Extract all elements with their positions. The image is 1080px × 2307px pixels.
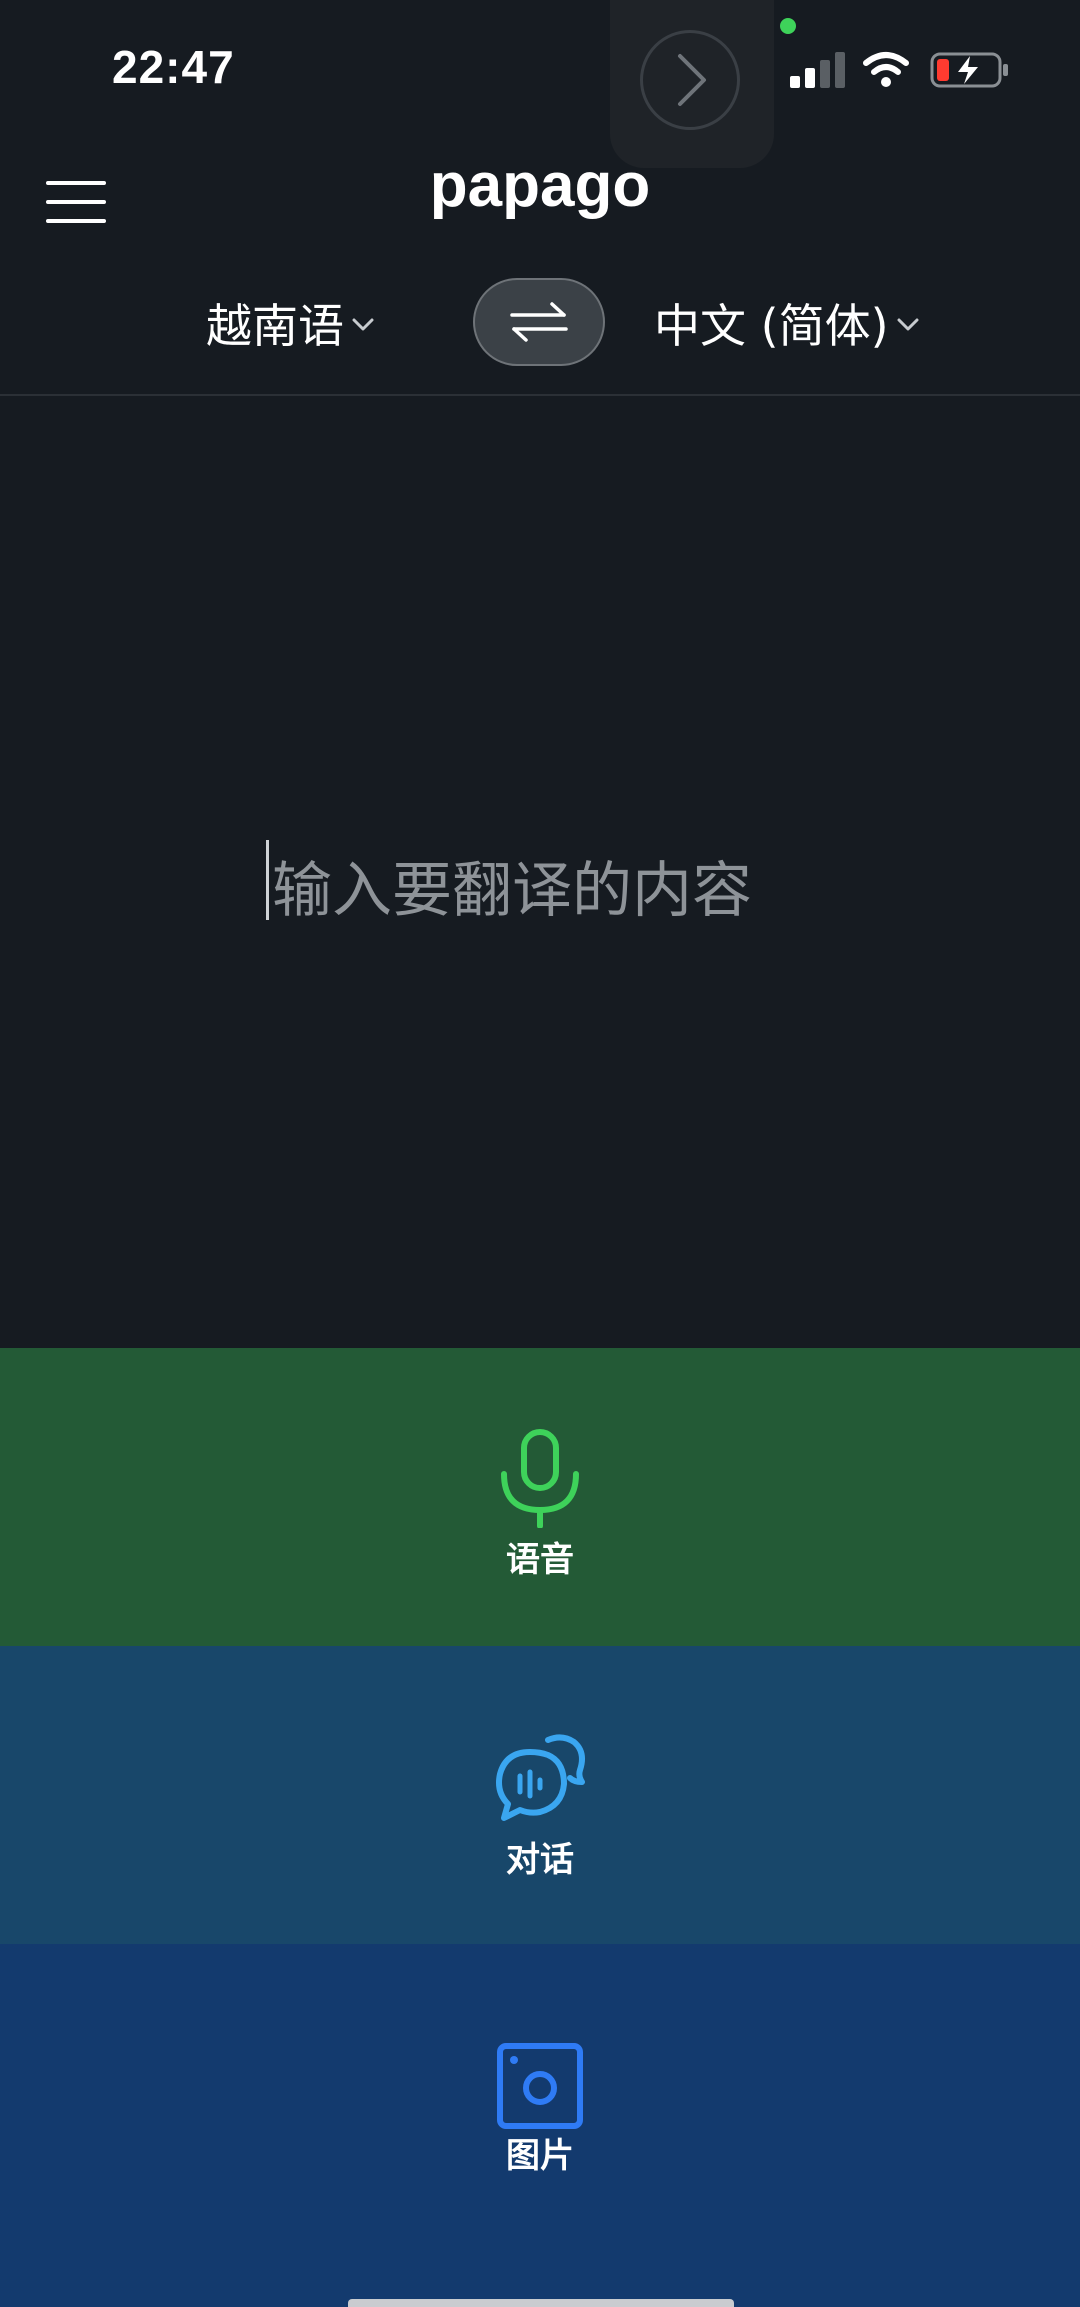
text-cursor (266, 840, 269, 920)
microphone-icon (501, 1429, 579, 1528)
wifi-icon (863, 52, 909, 87)
cellular-signal-icon (790, 52, 845, 88)
image-camera-icon (497, 2043, 583, 2129)
voice-mode-label: 语音 (506, 1540, 574, 1580)
voice-mode-button[interactable]: 语音 (0, 1348, 1080, 1646)
app-screen: 22:47 papago 越南语 中文 (简体) 输入要翻译的内容 语音 对话 … (0, 0, 1080, 2307)
conversation-mode-button[interactable]: 对话 (0, 1646, 1080, 1944)
chevron-right-icon[interactable] (660, 50, 720, 110)
swap-arrows-icon (510, 302, 568, 342)
target-language-label: 中文 (简体) (654, 299, 889, 353)
pip-overlay[interactable] (610, 0, 774, 168)
battery-charging-icon (930, 52, 1008, 88)
chevron-down-icon (897, 318, 919, 331)
image-mode-label: 图片 (506, 2136, 574, 2176)
input-placeholder: 输入要翻译的内容 (272, 856, 752, 926)
home-indicator[interactable] (348, 2299, 734, 2307)
privacy-indicator-dot (780, 18, 796, 34)
papago-logo: papago (429, 151, 651, 220)
status-time: 22:47 (112, 41, 235, 93)
target-language-selector[interactable]: 中文 (简体) (654, 290, 919, 356)
source-language-label: 越南语 (206, 299, 344, 353)
swap-languages-button[interactable] (473, 278, 605, 366)
image-mode-button[interactable]: 图片 (0, 1944, 1080, 2307)
chevron-down-icon (352, 318, 374, 331)
source-language-selector[interactable]: 越南语 (206, 290, 374, 356)
conversation-mode-label: 对话 (506, 1840, 574, 1880)
conversation-icon (496, 1734, 585, 1821)
